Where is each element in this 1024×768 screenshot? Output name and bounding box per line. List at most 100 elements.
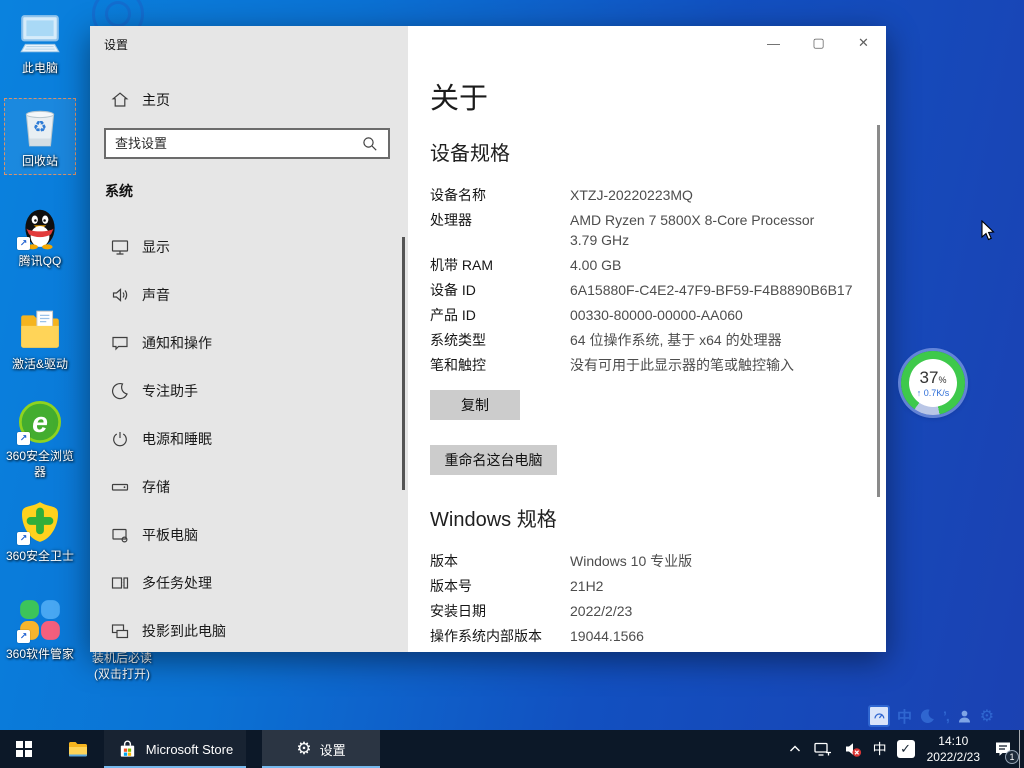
desktop-icon-360-browser[interactable]: e ↗ 360安全浏览器: [4, 398, 76, 480]
window-title: 设置: [104, 36, 128, 53]
speed-ball-face: 37% ↑ 0.7K/s: [909, 359, 957, 407]
network-speed: ↑ 0.7K/s: [917, 388, 950, 398]
content-scrollbar[interactable]: [877, 125, 880, 497]
settings-window: 设置 主页 系统 显示 声音: [90, 26, 886, 652]
ime-fullwidth-moon-icon[interactable]: [919, 708, 936, 725]
about-page: 关于 设备规格 设备名称 XTZJ-20220223MQ 处理器 AMD Ryz…: [408, 26, 886, 652]
spec-row: 笔和触控 没有可用于此显示器的笔或触控输入: [430, 355, 886, 375]
360-tray-shield-icon[interactable]: ✓: [892, 730, 920, 768]
window-caption-buttons: — ▢ ✕: [751, 26, 886, 60]
sidebar-item-label: 主页: [142, 90, 170, 110]
maximize-button[interactable]: ▢: [796, 26, 841, 60]
sidebar-item-label: 电源和睡眠: [142, 429, 212, 449]
tray-chevron-up-icon[interactable]: [782, 730, 808, 768]
desktop-icon-label: 回收站: [22, 154, 58, 170]
search-icon[interactable]: [360, 134, 380, 154]
spec-row: 设备 ID 6A15880F-C4E2-47F9-BF59-F4B8890B6B…: [430, 280, 886, 300]
this-pc-icon: [16, 10, 64, 58]
desktop-icon-360-safe[interactable]: ↗ 360安全卫士: [4, 498, 76, 565]
desktop-icon-360-software[interactable]: ↗ 360软件管家: [4, 596, 76, 663]
sidebar-scrollbar[interactable]: [402, 237, 405, 490]
ime-language-icon[interactable]: 中: [897, 706, 912, 727]
storage-icon: [110, 477, 130, 497]
sidebar-item-label: 通知和操作: [142, 333, 212, 353]
settings-main-pane: — ▢ ✕ 关于 设备规格 设备名称 XTZJ-20220223MQ 处理器 A…: [408, 26, 886, 652]
action-center-button[interactable]: 1: [987, 730, 1019, 768]
sidebar-item-label: 多任务处理: [142, 573, 212, 593]
ime-status-icon[interactable]: [868, 705, 890, 727]
desktop-icon-readme-label[interactable]: 装机后必读(双击打开): [86, 650, 158, 682]
ime-user-icon[interactable]: [956, 708, 973, 725]
tray-ime-indicator[interactable]: 中: [868, 730, 892, 768]
shortcut-arrow-icon: ↗: [17, 432, 30, 445]
rename-pc-button[interactable]: 重命名这台电脑: [430, 445, 557, 475]
svg-text:e: e: [32, 407, 48, 439]
system-tray: 中 ✓ 14:10 2022/2/23 1: [782, 730, 1024, 768]
spec-row: 处理器 AMD Ryzen 7 5800X 8-Core Processor 3…: [430, 210, 886, 250]
spec-row: 安装日期 2022/2/23: [430, 601, 886, 621]
360-browser-icon: e ↗: [16, 398, 64, 446]
recycle-bin-icon: ♻: [16, 103, 64, 151]
start-button[interactable]: [0, 730, 48, 768]
ime-punctuation-icon[interactable]: ’,: [943, 708, 949, 724]
sidebar-item-focus-assist[interactable]: 专注助手: [90, 368, 408, 414]
taskbar-clock[interactable]: 14:10 2022/2/23: [920, 733, 987, 765]
sidebar-item-projecting[interactable]: 投影到此电脑: [90, 608, 408, 652]
sidebar-item-label: 声音: [142, 285, 170, 305]
qq-penguin-icon: ↗: [16, 203, 64, 251]
desktop-icon-label: 360软件管家: [6, 647, 74, 663]
spec-row: 产品 ID 00330-80000-00000-AA060: [430, 305, 886, 325]
sidebar-item-label: 专注助手: [142, 381, 198, 401]
ime-settings-gear-icon[interactable]: ⚙: [980, 706, 994, 726]
device-spec-rows: 设备名称 XTZJ-20220223MQ 处理器 AMD Ryzen 7 580…: [430, 185, 886, 375]
file-explorer-taskbar-button[interactable]: [56, 730, 100, 768]
360-speed-ball[interactable]: 37% ↑ 0.7K/s: [901, 351, 965, 415]
desktop-icon-recycle-bin[interactable]: ♻ 回收站: [4, 98, 76, 175]
device-spec-heading: 设备规格: [430, 141, 886, 167]
sidebar-item-home[interactable]: 主页: [90, 84, 408, 116]
settings-search-box: [104, 128, 390, 159]
moon-icon: [110, 381, 130, 401]
sidebar-item-power-sleep[interactable]: 电源和睡眠: [90, 416, 408, 462]
sidebar-item-multitasking[interactable]: 多任务处理: [90, 560, 408, 606]
settings-taskbar-button[interactable]: ⚙ 设置: [262, 730, 380, 768]
settings-sidebar: 设置 主页 系统 显示 声音: [90, 26, 408, 652]
desktop-icon-label: 激活&驱动: [12, 357, 68, 373]
sidebar-item-tablet[interactable]: 平板电脑: [90, 512, 408, 558]
desktop-icon-activation-driver[interactable]: 激活&驱动: [4, 306, 76, 373]
memory-percent: 37: [920, 368, 939, 387]
sidebar-item-label: 存储: [142, 477, 170, 497]
copy-button[interactable]: 复制: [430, 390, 520, 420]
shortcut-arrow-icon: ↗: [17, 532, 30, 545]
microsoft-store-taskbar-button[interactable]: Microsoft Store: [104, 730, 246, 768]
tablet-icon: [110, 525, 130, 545]
sidebar-item-storage[interactable]: 存储: [90, 464, 408, 510]
display-icon: [110, 237, 130, 257]
sidebar-nav: 显示 声音 通知和操作 专注助手 电源和睡眠: [90, 224, 408, 652]
show-desktop-button[interactable]: [1019, 730, 1024, 768]
notification-count-badge: 1: [1005, 750, 1019, 764]
minimize-button[interactable]: —: [751, 26, 796, 60]
360-safe-icon: ↗: [16, 498, 64, 546]
volume-muted-icon[interactable]: [838, 730, 868, 768]
spec-row: 版本号 21H2: [430, 576, 886, 596]
shortcut-arrow-icon: ↗: [17, 237, 30, 250]
clock-time: 14:10: [927, 733, 980, 749]
network-ethernet-icon[interactable]: [808, 730, 838, 768]
gear-icon: ⚙: [296, 739, 311, 759]
sidebar-item-label: 显示: [142, 237, 170, 257]
desktop-icon-label: 腾讯QQ: [19, 254, 62, 270]
sidebar-item-label: 投影到此电脑: [142, 621, 226, 641]
sidebar-item-sound[interactable]: 声音: [90, 272, 408, 318]
search-input[interactable]: [106, 136, 340, 151]
close-button[interactable]: ✕: [841, 26, 886, 60]
desktop-icon-tencent-qq[interactable]: ↗ 腾讯QQ: [4, 203, 76, 270]
spec-row-partial: 体验: [430, 651, 886, 652]
speaker-icon: [110, 285, 130, 305]
folder-icon: [16, 306, 64, 354]
sidebar-item-display[interactable]: 显示: [90, 224, 408, 270]
sidebar-item-notifications[interactable]: 通知和操作: [90, 320, 408, 366]
svg-text:♻: ♻: [33, 119, 47, 136]
desktop-icon-this-pc[interactable]: 此电脑: [4, 10, 76, 77]
store-bag-icon: [117, 739, 138, 760]
